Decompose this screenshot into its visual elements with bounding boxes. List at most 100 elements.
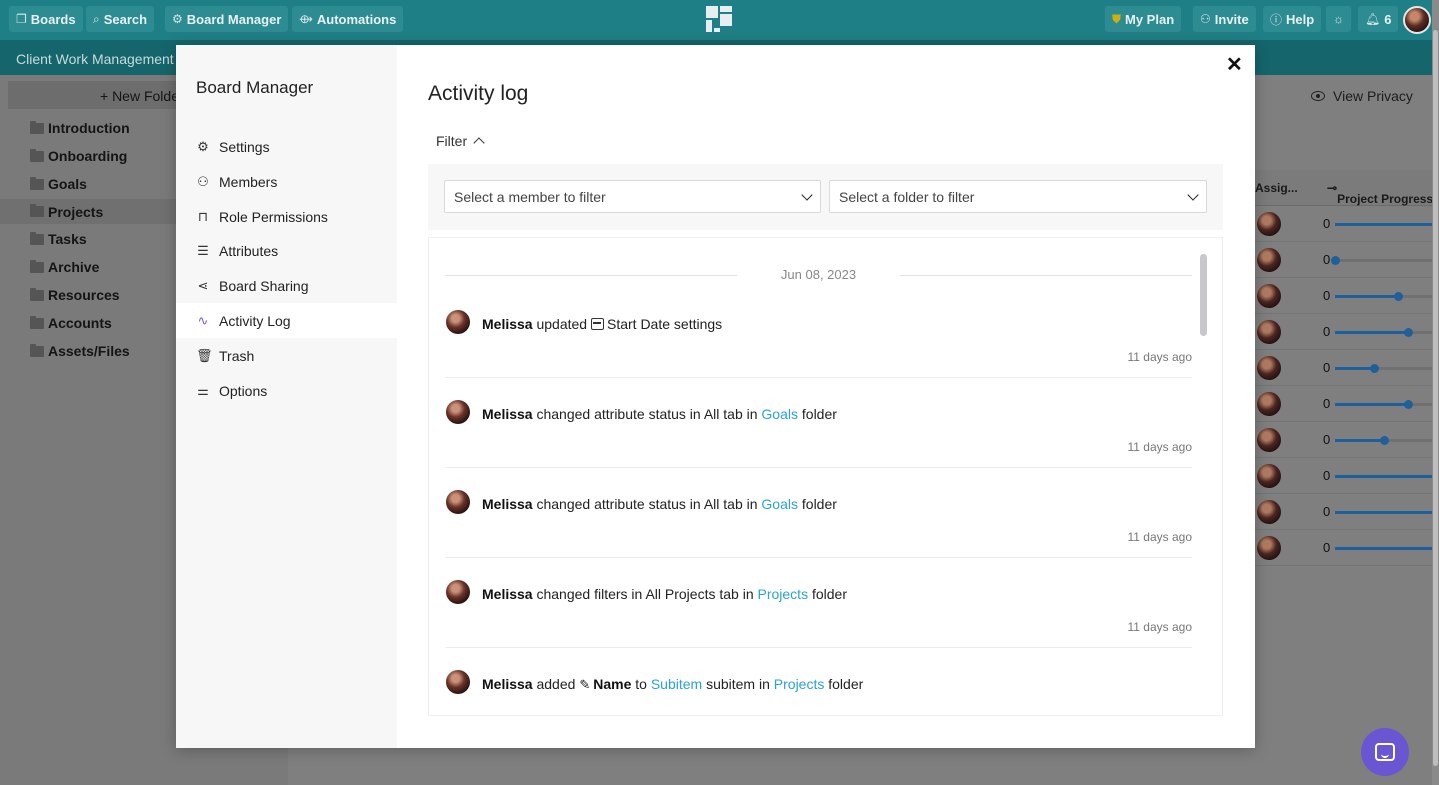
entry-timestamp: 11 days ago [1127, 440, 1193, 454]
folder-link[interactable]: Goals [761, 406, 798, 422]
progress-handle[interactable] [1394, 292, 1403, 301]
column-header-project-progress[interactable]: ⊸ Project Progress [1327, 181, 1433, 206]
pencil-icon: ✎ [579, 677, 591, 692]
progress-fill [1335, 367, 1374, 370]
folder-link[interactable]: Projects [774, 676, 825, 692]
folder-link[interactable]: Projects [758, 586, 809, 602]
progress-handle[interactable] [1331, 256, 1340, 265]
search-button[interactable]: ⌕ Search [86, 6, 155, 32]
avatar [446, 400, 470, 424]
avatar [1257, 536, 1281, 560]
entry-user[interactable]: Melissa [482, 496, 533, 512]
folder-icon [30, 259, 44, 273]
progress-value: 0 [1323, 288, 1331, 303]
folder-link[interactable]: Goals [761, 496, 798, 512]
avatar [1257, 212, 1281, 236]
automations-button[interactable]: ⟴ Automations [292, 6, 404, 32]
table-row[interactable]: 0 [1255, 278, 1432, 314]
progress-slider[interactable] [1335, 436, 1432, 445]
table-row[interactable]: 0 [1255, 350, 1432, 386]
progress-value: 0 [1323, 468, 1331, 483]
avatar [1257, 500, 1281, 524]
table-row[interactable]: 0 [1255, 422, 1432, 458]
progress-slider[interactable] [1335, 292, 1432, 301]
table-row[interactable]: 0 [1255, 494, 1432, 530]
bell-icon: 🔔︎ [1365, 12, 1381, 26]
help-button[interactable]: ⓘ Help [1263, 6, 1322, 32]
progress-fill [1335, 403, 1408, 406]
new-folder-button[interactable]: + New Folder [8, 81, 188, 109]
person-icon: ⚇ [1200, 12, 1211, 26]
progress-handle[interactable] [1380, 436, 1389, 445]
entry-user[interactable]: Melissa [482, 676, 533, 692]
chevron-down-icon [1187, 189, 1199, 201]
entry-user[interactable]: Melissa [482, 406, 533, 422]
notifications-button[interactable]: 🔔︎ 6 [1358, 6, 1399, 32]
board-title: Client Work Management [16, 51, 174, 67]
avatar [1257, 248, 1281, 272]
boards-icon: ❐ [16, 12, 27, 26]
progress-slider[interactable] [1331, 256, 1432, 265]
table-row[interactable]: 0 [1255, 386, 1432, 422]
user-avatar[interactable] [1403, 6, 1431, 34]
progress-value: 0 [1323, 360, 1331, 375]
column-header-assignee[interactable]: Assig... [1255, 181, 1298, 195]
table-row[interactable]: 0 [1255, 242, 1432, 278]
table-row[interactable]: 0 [1255, 314, 1432, 350]
automation-icon: ⟴ [299, 12, 313, 26]
folder-filter-select[interactable]: Select a folder to filter [829, 180, 1207, 213]
table-row[interactable]: 0 [1255, 530, 1432, 566]
activity-log-scrollbar[interactable] [1200, 254, 1207, 336]
my-plan-button[interactable]: ⛊ My Plan [1105, 6, 1182, 32]
progress-handle[interactable] [1404, 400, 1413, 409]
filter-panel: Select a member to filter Select a folde… [428, 164, 1223, 230]
activity-entry: Melissa changed attribute status in All … [445, 468, 1192, 558]
entry-user[interactable]: Melissa [482, 586, 533, 602]
calendar-icon [590, 318, 604, 330]
progress-value: 0 [1323, 540, 1331, 555]
invite-button[interactable]: ⚇ Invite [1193, 6, 1256, 32]
progress-slider[interactable] [1335, 223, 1432, 226]
app-logo[interactable] [706, 6, 734, 34]
board-manager-button[interactable]: ⚙ Board Manager [165, 6, 289, 32]
progress-value: 0 [1323, 252, 1331, 267]
member-filter-select[interactable]: Select a member to filter [444, 180, 821, 213]
progress-slider[interactable] [1335, 475, 1432, 478]
theme-toggle-button[interactable]: ☼ [1326, 6, 1351, 32]
close-icon[interactable]: ✕ [1226, 55, 1243, 75]
avatar [1257, 392, 1281, 416]
chat-support-button[interactable] [1361, 728, 1409, 776]
progress-handle[interactable] [1404, 328, 1413, 337]
activity-log-list: Jun 08, 2023 Melissa updated Start Date … [428, 237, 1223, 716]
view-privacy-button[interactable]: View Privacy [1311, 88, 1413, 104]
folder-icon [30, 315, 44, 329]
progress-slider[interactable] [1335, 511, 1432, 514]
folder-icon [30, 343, 44, 357]
progress-fill [1335, 223, 1432, 226]
avatar [446, 310, 470, 334]
progress-fill [1335, 331, 1408, 334]
avatar [446, 490, 470, 514]
subitem-link[interactable]: Subitem [651, 676, 702, 692]
progress-slider[interactable] [1335, 400, 1432, 409]
entry-timestamp: 11 days ago [1127, 350, 1193, 364]
activity-entry: Melissa changed filters in All Projects … [445, 558, 1192, 648]
folder-icon [30, 176, 44, 190]
page-scrollbar[interactable] [1432, 0, 1439, 785]
folder-icon [30, 287, 44, 301]
entry-user[interactable]: Melissa [482, 316, 533, 332]
date-separator: Jun 08, 2023 [445, 267, 1192, 283]
progress-slider[interactable] [1335, 547, 1432, 550]
progress-slider[interactable] [1335, 328, 1432, 337]
top-navigation-bar: ❐ Boards ⌕ Search ⚙ Board Manager ⟴ Automati… [0, 0, 1439, 40]
entry-timestamp: 11 days ago [1127, 620, 1193, 634]
progress-slider[interactable] [1335, 364, 1432, 373]
table-row[interactable]: 0 [1255, 458, 1432, 494]
boards-button[interactable]: ❐ Boards [9, 6, 83, 32]
progress-value: 0 [1323, 504, 1331, 519]
table-row[interactable]: 0 [1255, 206, 1432, 242]
avatar [1257, 428, 1281, 452]
table-header: Assig... ⊸ Project Progress [1255, 170, 1433, 206]
progress-handle[interactable] [1370, 364, 1379, 373]
filter-toggle[interactable]: Filter [436, 133, 485, 149]
